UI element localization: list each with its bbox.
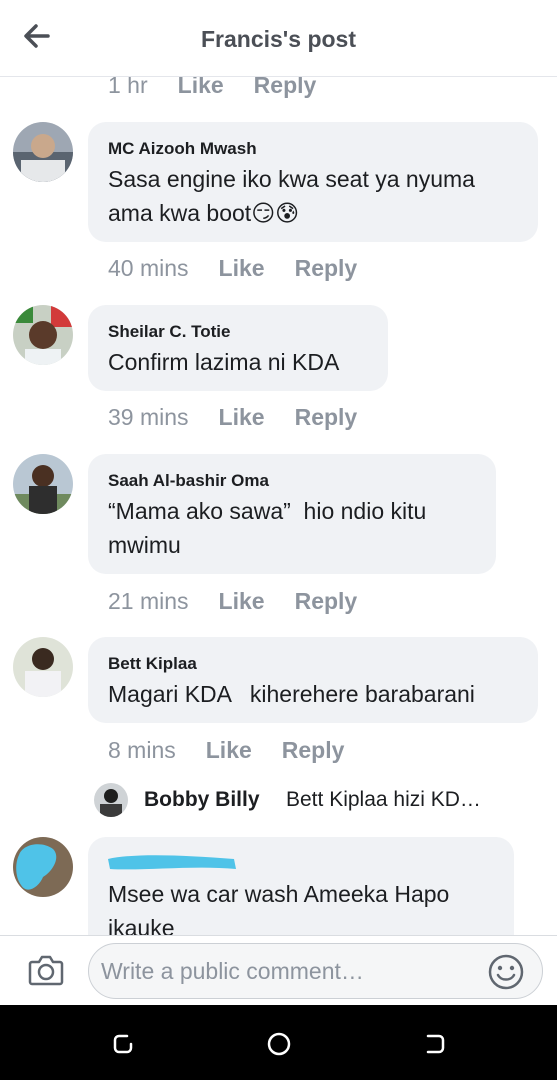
- reply-text: Bett Kiplaa hizi KD…: [286, 788, 481, 811]
- avatar[interactable]: [13, 837, 73, 897]
- comment-input[interactable]: Write a public comment…: [88, 943, 543, 999]
- page-title: Francis's post: [200, 26, 356, 52]
- back-system-button[interactable]: [420, 1029, 450, 1059]
- reply-button[interactable]: Reply: [295, 255, 358, 282]
- reply-button[interactable]: Reply: [254, 77, 317, 99]
- comment-text: Confirm lazima ni KDA: [108, 349, 340, 375]
- comment-text: Magari KDA kiherehere barabarani: [108, 681, 475, 707]
- comment-placeholder: Write a public comment…: [101, 958, 364, 984]
- system-navigation-bar: [0, 1005, 557, 1080]
- comment-actions: 40 mins Like Reply: [108, 255, 387, 282]
- comment-actions: 39 mins Like Reply: [108, 404, 387, 431]
- avatar[interactable]: [13, 122, 73, 182]
- avatar[interactable]: [13, 637, 73, 697]
- smiley-icon: [488, 954, 524, 990]
- like-button[interactable]: Like: [219, 255, 265, 282]
- reply-button[interactable]: Reply: [295, 404, 358, 431]
- comment-composer: Write a public comment…: [0, 935, 557, 1006]
- recent-apps-button[interactable]: [108, 1029, 138, 1059]
- comment-actions: 21 mins Like Reply: [108, 588, 387, 615]
- comment-time: 8 mins: [108, 737, 176, 763]
- comment-author[interactable]: MC Aizooh Mwash: [108, 139, 257, 159]
- like-button[interactable]: Like: [178, 77, 224, 99]
- reply-button[interactable]: Reply: [295, 588, 358, 615]
- comment-text: Msee wa car wash Ameeka Hapo ikauke: [108, 881, 450, 935]
- comment-bubble[interactable]: Bett Kiplaa Magari KDA kiherehere baraba…: [88, 637, 538, 723]
- comment-bubble[interactable]: MC Aizooh Mwash Sasa engine iko kwa seat…: [88, 122, 538, 242]
- comment-author[interactable]: Bett Kiplaa: [108, 654, 197, 674]
- like-button[interactable]: Like: [219, 404, 265, 431]
- camera-button[interactable]: [26, 952, 66, 988]
- comment-bubble[interactable]: Sheilar C. Totie Confirm lazima ni KDA: [88, 305, 388, 391]
- comment-text: “Mama ako sawa” hio ndio kitu mwimu: [108, 498, 427, 558]
- like-button[interactable]: Like: [206, 737, 252, 764]
- like-button[interactable]: Like: [219, 588, 265, 615]
- comment-text: Sasa engine iko kwa seat ya nyuma ama kw…: [108, 166, 475, 226]
- comment-time: 39 mins: [108, 404, 189, 430]
- back-icon: [426, 1034, 445, 1054]
- recent-apps-icon: [113, 1034, 133, 1054]
- post-header: Francis's post: [0, 0, 557, 77]
- comment-time: 21 mins: [108, 588, 189, 614]
- emoji-button[interactable]: [487, 953, 525, 991]
- comment-time: 1 hr: [108, 77, 148, 98]
- comment-bubble[interactable]: Saah Al-bashir Oma “Mama ako sawa” hio n…: [88, 454, 496, 574]
- avatar[interactable]: [94, 783, 128, 817]
- comments-list[interactable]: 1 hr Like Reply MC Aizooh Mwash Sasa engin…: [0, 77, 557, 935]
- reply-button[interactable]: Reply: [282, 737, 345, 764]
- reply-author[interactable]: Bobby Billy: [144, 788, 260, 812]
- camera-icon: [28, 955, 64, 986]
- comment-author[interactable]: Sheilar C. Totie: [108, 322, 231, 342]
- comment-time: 40 mins: [108, 255, 189, 281]
- reply-preview[interactable]: Bobby Billy Bett Kiplaa hizi KD…: [94, 780, 534, 820]
- home-button[interactable]: [264, 1029, 294, 1059]
- avatar[interactable]: [13, 305, 73, 365]
- home-icon: [267, 1032, 291, 1056]
- avatar[interactable]: [13, 454, 73, 514]
- comment-actions: 1 hr Like Reply: [108, 77, 346, 99]
- comment-author[interactable]: Saah Al-bashir Oma: [108, 471, 269, 491]
- comment-actions: 8 mins Like Reply: [108, 737, 374, 764]
- redaction-mark: [108, 855, 236, 870]
- comment-bubble[interactable]: Msee wa car wash Ameeka Hapo ikauke: [88, 837, 514, 935]
